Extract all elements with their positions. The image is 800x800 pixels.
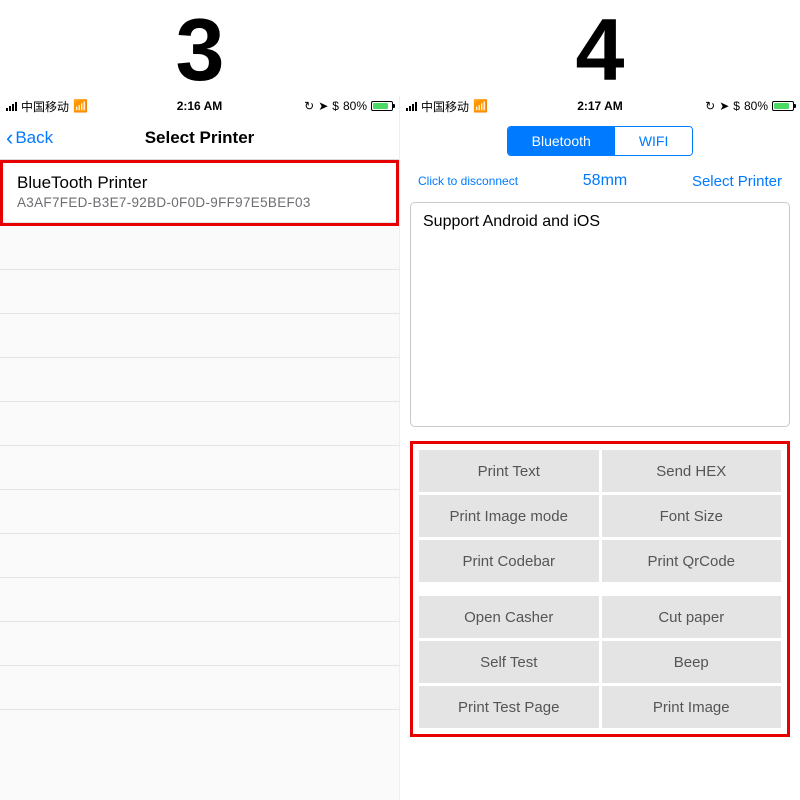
printer-list-item[interactable]: BlueTooth Printer A3AF7FED-B3E7-92BD-0F0… [3,163,396,223]
step-label-4: 4 [400,0,800,96]
list-item [0,270,399,314]
clock: 2:16 AM [0,99,399,113]
open-casher-button[interactable]: Open Casher [419,596,599,638]
nav-bar: ‹ Back Select Printer [0,116,399,160]
back-label: Back [15,128,53,148]
screen-4: 中国移动 📶 2:17 AM ↻ ➤ $ 80% Bluetooth WIFI [400,96,800,800]
disconnect-link[interactable]: Click to disconnect [418,174,518,188]
status-bar: 中国移动 📶 2:16 AM ↻ ➤ $ 80% [0,96,399,116]
actions-highlight-box: Print Text Send HEX Print Image mode Fon… [410,441,790,737]
tab-bluetooth[interactable]: Bluetooth [508,127,615,155]
back-button[interactable]: ‹ Back [6,116,53,159]
list-item [0,666,399,710]
status-bar: 中国移动 📶 2:17 AM ↻ ➤ $ 80% [400,96,800,116]
list-item [0,534,399,578]
connection-segmented-control: Bluetooth WIFI [507,126,694,156]
list-item [0,314,399,358]
highlight-box: BlueTooth Printer A3AF7FED-B3E7-92BD-0F0… [0,160,399,226]
list-item [0,402,399,446]
print-test-page-button[interactable]: Print Test Page [419,686,599,728]
print-image-button[interactable]: Print Image [602,686,782,728]
print-content-textarea[interactable]: Support Android and iOS [410,202,790,427]
battery-icon [772,101,794,111]
paper-width-link[interactable]: 58mm [583,172,627,190]
page-title: Select Printer [145,128,255,148]
chevron-left-icon: ‹ [6,125,13,151]
list-item [0,490,399,534]
printer-uuid: A3AF7FED-B3E7-92BD-0F0D-9FF97E5BEF03 [17,195,382,210]
print-codebar-button[interactable]: Print Codebar [419,540,599,582]
print-text-button[interactable]: Print Text [419,450,599,492]
connection-actions-row: Click to disconnect 58mm Select Printer [400,162,800,202]
print-image-mode-button[interactable]: Print Image mode [419,495,599,537]
self-test-button[interactable]: Self Test [419,641,599,683]
list-item [0,622,399,666]
printer-name: BlueTooth Printer [17,173,382,193]
beep-button[interactable]: Beep [602,641,782,683]
list-item [0,358,399,402]
cut-paper-button[interactable]: Cut paper [602,596,782,638]
clock: 2:17 AM [400,99,800,113]
send-hex-button[interactable]: Send HEX [602,450,782,492]
screen-3: 中国移动 📶 2:16 AM ↻ ➤ $ 80% ‹ Back Select P… [0,96,400,800]
font-size-button[interactable]: Font Size [602,495,782,537]
list-item [0,578,399,622]
list-item [0,226,399,270]
list-item [0,446,399,490]
select-printer-link[interactable]: Select Printer [692,173,782,190]
tab-wifi[interactable]: WIFI [615,127,693,155]
battery-icon [371,101,393,111]
step-label-3: 3 [0,0,400,96]
print-qrcode-button[interactable]: Print QrCode [602,540,782,582]
